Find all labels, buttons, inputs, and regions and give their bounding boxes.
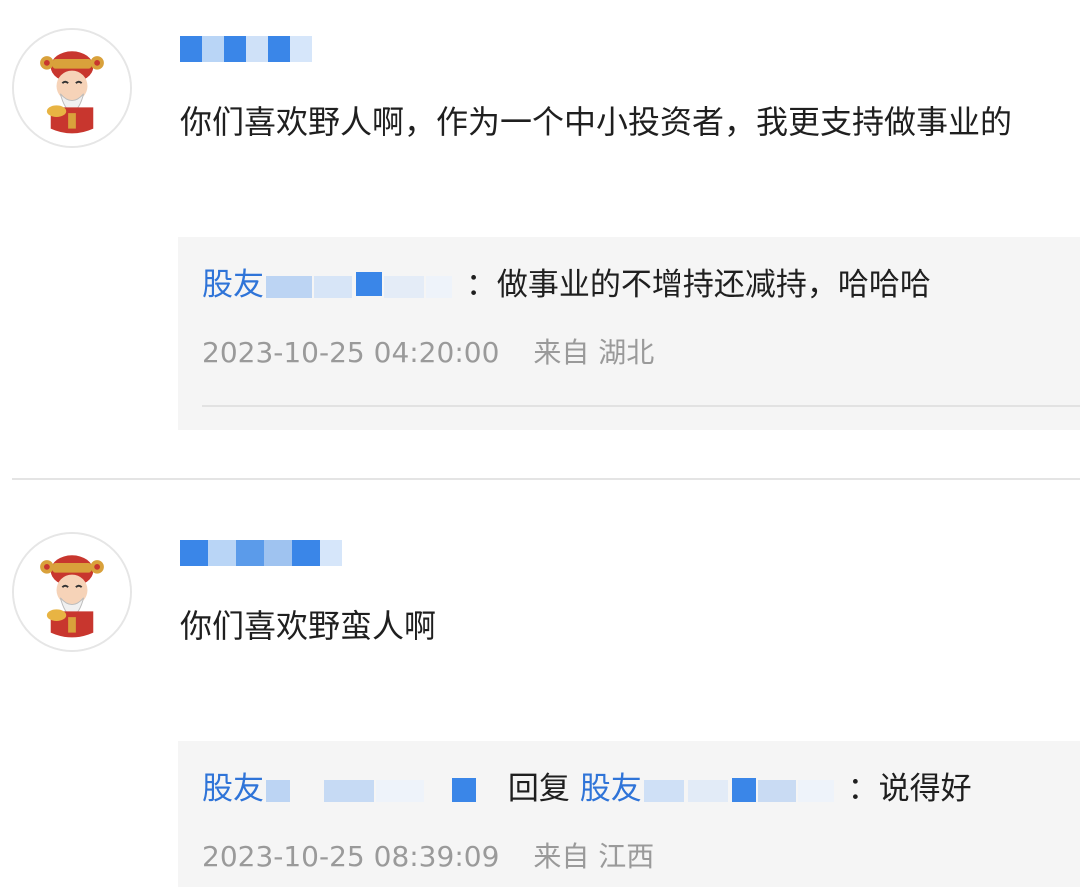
comment-divider	[12, 478, 1080, 480]
reply-box: 股友 ：做事业的不增持还减持，哈哈哈 2023-10-25 04:20:00 来自…	[178, 237, 1080, 430]
reply-meta: 2023-10-25 08:39:09 来自 江西	[202, 838, 654, 876]
author-mosaic	[444, 774, 484, 808]
reply-meta: 2023-10-25 04:20:00 来自 湖北	[202, 334, 654, 372]
author-mosaic	[264, 270, 456, 304]
reply-line: 股友 ：做事业的不增持还减持，哈哈哈	[202, 267, 931, 303]
caishen-avatar-icon	[14, 534, 130, 650]
username-mosaic	[180, 534, 345, 572]
comment-item: 你们喜欢野人啊，作为一个中小投资者，我更支持做事业的 股友 ：做事业的不增持还减…	[0, 0, 1080, 478]
target-mosaic	[642, 774, 838, 808]
reply-time: 2023-10-25 04:20:00	[202, 336, 500, 369]
reply-text: 说得好	[878, 771, 972, 807]
avatar[interactable]	[12, 532, 132, 652]
reply-target-link[interactable]: 股友	[580, 771, 848, 807]
reply-word: 回复	[507, 771, 570, 807]
comment-username[interactable]	[180, 534, 345, 572]
reply-divider	[202, 405, 1080, 407]
comment-username[interactable]	[180, 30, 345, 68]
avatar[interactable]	[12, 28, 132, 148]
author-mosaic	[264, 774, 444, 808]
reply-location: 来自 湖北	[533, 336, 655, 369]
reply-author-link[interactable]: 股友	[202, 267, 466, 303]
reply-author-link[interactable]: 股友	[202, 771, 494, 807]
reply-text: 做事业的不增持还减持，哈哈哈	[496, 267, 931, 303]
username-mosaic	[180, 30, 345, 68]
reply-time: 2023-10-25 08:39:09	[202, 840, 500, 873]
caishen-avatar-icon	[14, 30, 130, 146]
comment-text: 你们喜欢野人啊，作为一个中小投资者，我更支持做事业的	[180, 103, 1013, 141]
reply-line: 股友 回复 股友 ：说得好	[202, 771, 972, 807]
comment-item: 你们喜欢野蛮人啊 股友 回复 股友 ：说得好 2023-10-25 08:39:…	[0, 500, 1080, 887]
comment-text: 你们喜欢野蛮人啊	[180, 607, 437, 645]
reply-location: 来自 江西	[533, 840, 655, 873]
reply-box: 股友 回复 股友 ：说得好 2023-10-25 08:39:09 来自 江西	[178, 741, 1080, 887]
